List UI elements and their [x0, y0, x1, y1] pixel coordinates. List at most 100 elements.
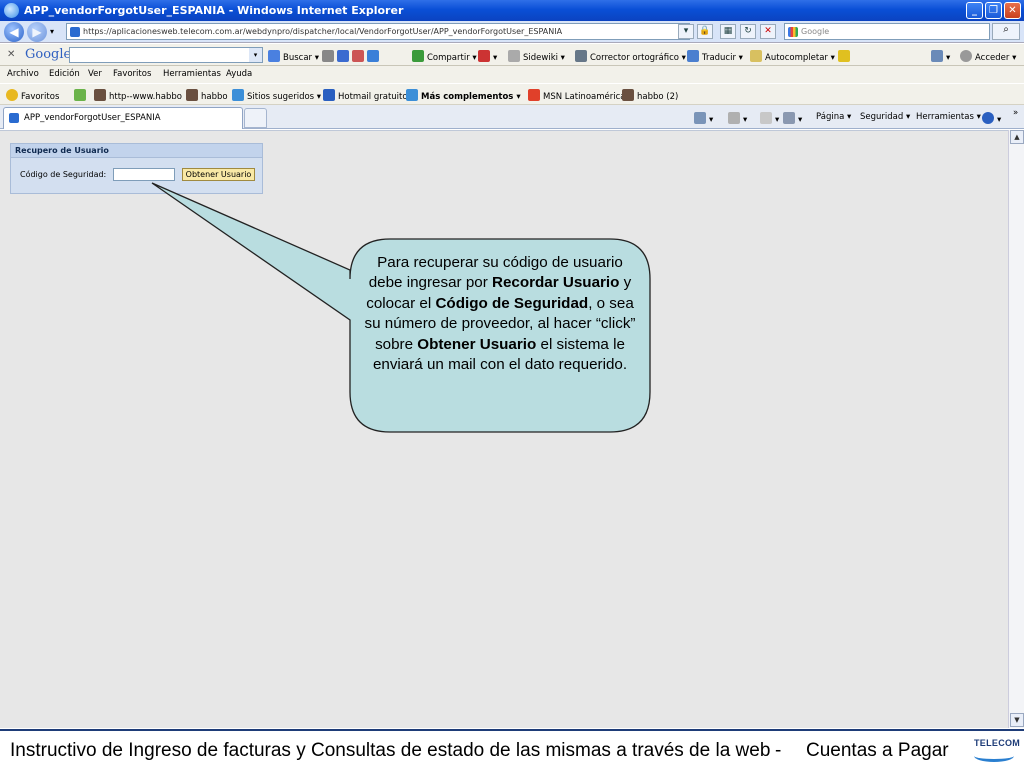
footer-section: Cuentas a Pagar — [806, 740, 949, 761]
home-icon — [694, 112, 706, 124]
menu-bar: Archivo Edición Ver Favoritos Herramient… — [0, 66, 1024, 83]
gtb-extra-icons[interactable] — [322, 50, 382, 63]
fav-mas-complementos[interactable]: Más complementos ▾ — [406, 89, 521, 102]
sidewiki-icon — [508, 50, 520, 62]
mail-button[interactable]: ▾ — [760, 112, 779, 125]
pagerank-icon — [478, 50, 490, 62]
cmd-pagina[interactable]: Página ▾ — [816, 112, 851, 122]
stop-icon[interactable]: ✕ — [760, 24, 776, 39]
gtb-compartir[interactable]: Compartir ▾ — [412, 50, 477, 63]
gtb-corrector[interactable]: Corrector ortográfico ▾ — [575, 50, 686, 63]
gtb-traducir[interactable]: Traducir ▾ — [687, 50, 743, 63]
toolbar-close-icon[interactable]: ✕ — [7, 49, 15, 60]
mail-icon — [760, 112, 772, 124]
menu-edicion[interactable]: Edición — [49, 69, 80, 79]
window-title: APP_vendorForgotUser_ESPANIA - Windows I… — [24, 4, 404, 17]
history-dropdown-icon[interactable]: ▾ — [50, 27, 54, 36]
codigo-seguridad-input[interactable] — [113, 168, 175, 181]
slide-footer: Instructivo de Ingreso de facturas y Con… — [0, 729, 1024, 768]
obtener-usuario-button[interactable]: Obtener Usuario — [182, 168, 255, 181]
gtb-autocompletar[interactable]: Autocompletar ▾ — [750, 50, 835, 63]
print-icon — [783, 112, 795, 124]
menu-archivo[interactable]: Archivo — [7, 69, 39, 79]
scroll-down-icon[interactable]: ▼ — [1010, 713, 1024, 727]
url-field[interactable]: https://aplicacionesweb.telecom.com.ar/w… — [66, 23, 690, 40]
url-text: https://aplicacionesweb.telecom.com.ar/w… — [83, 27, 563, 36]
share-icon — [412, 50, 424, 62]
obtener-usuario-text: Obtener Usuario — [417, 335, 537, 353]
footer-title: Instructivo de Ingreso de facturas y Con… — [10, 740, 771, 761]
scroll-up-icon[interactable]: ▲ — [1010, 130, 1024, 144]
compatibility-icon[interactable]: ▦ — [720, 24, 736, 39]
recupero-usuario-panel: Recupero de Usuario Código de Seguridad:… — [10, 143, 263, 194]
search-placeholder: Google — [801, 27, 830, 36]
new-tab-button[interactable] — [244, 108, 267, 128]
page-icon — [9, 113, 19, 123]
feeds-button[interactable]: ▾ — [728, 112, 747, 125]
url-dropdown-icon[interactable]: ▾ — [678, 24, 694, 39]
fav-habbo-link[interactable]: http--www.habbo — [94, 89, 182, 102]
habbo-icon — [186, 89, 198, 101]
google-toolbar: ✕ Google ▾ Buscar ▾ Compartir ▾ ▾ Sidewi… — [0, 44, 1024, 66]
gtb-acceder[interactable]: Acceder ▾ — [960, 50, 1016, 63]
tab-active[interactable]: APP_vendorForgotUser_ESPANIA — [3, 107, 243, 129]
refresh-icon[interactable]: ↻ — [740, 24, 756, 39]
telecom-wave-icon — [974, 750, 1014, 762]
translate-icon — [687, 50, 699, 62]
gtb-sidewiki[interactable]: Sidewiki ▾ — [508, 50, 565, 63]
fav-hotmail[interactable]: Hotmail gratuito — [323, 89, 408, 102]
window-controls: _ ❐ ✕ — [966, 2, 1021, 19]
search-button[interactable]: ⌕ — [992, 23, 1020, 40]
window-titlebar: APP_vendorForgotUser_ESPANIA - Windows I… — [0, 0, 1024, 21]
cmd-seguridad[interactable]: Seguridad ▾ — [860, 112, 910, 122]
lock-icon[interactable]: 🔒 — [697, 24, 713, 39]
callout-text: Para recuperar su código de usuario debe… — [364, 254, 636, 374]
pencil-icon — [838, 50, 850, 62]
help-button[interactable]: ▾ — [982, 112, 1001, 125]
gtb-pagerank[interactable]: ▾ — [478, 50, 497, 63]
spellcheck-icon — [575, 50, 587, 62]
fav-msn[interactable]: MSN Latinoamérica — [528, 89, 625, 102]
fav-sitios-sugeridos[interactable]: Sitios sugeridos ▾ — [232, 89, 321, 102]
tab-bar: APP_vendorForgotUser_ESPANIA ▾ ▾ ▾ ▾ Pág… — [0, 105, 1024, 129]
tab-label: APP_vendorForgotUser_ESPANIA — [24, 113, 161, 123]
ie-logo-icon — [4, 3, 19, 18]
user-icon — [960, 50, 972, 62]
back-button[interactable]: ◀ — [4, 22, 24, 42]
favorites-button[interactable]: Favoritos — [6, 89, 59, 102]
chevron-down-icon[interactable]: ▾ — [249, 48, 262, 62]
gtb-pencil[interactable] — [838, 50, 853, 63]
more-commands-icon[interactable]: » — [1013, 108, 1018, 118]
favorites-bar: Favoritos http--www.habbo habbo Sitios s… — [0, 84, 1024, 105]
close-button[interactable]: ✕ — [1004, 2, 1021, 19]
google-search-icon — [788, 27, 798, 37]
hotmail-icon — [323, 89, 335, 101]
vertical-scrollbar[interactable]: ▲ ▼ — [1008, 130, 1024, 728]
msn-icon — [528, 89, 540, 101]
page-content — [0, 130, 1008, 728]
fav-habbo-2[interactable]: habbo (2) — [622, 89, 678, 102]
forward-button[interactable]: ▶ — [27, 22, 47, 42]
star-icon — [6, 89, 18, 101]
help-icon — [982, 112, 994, 124]
print-button[interactable]: ▾ — [783, 112, 802, 125]
cmd-herramientas[interactable]: Herramientas ▾ — [916, 112, 981, 122]
habbo-icon — [622, 89, 634, 101]
menu-ayuda[interactable]: Ayuda — [226, 69, 252, 79]
menu-ver[interactable]: Ver — [88, 69, 102, 79]
maximize-button[interactable]: ❐ — [985, 2, 1002, 19]
panel-title: Recupero de Usuario — [11, 144, 262, 158]
home-button[interactable]: ▾ — [694, 112, 713, 125]
search-input[interactable]: Google — [784, 23, 990, 40]
google-logo: Google — [25, 47, 72, 62]
gtb-buscar[interactable]: Buscar ▾ — [268, 50, 319, 63]
fav-habbo[interactable]: habbo — [186, 89, 228, 102]
google-search-input[interactable]: ▾ — [69, 47, 263, 63]
addons-icon — [406, 89, 418, 101]
gtb-settings[interactable]: ▾ — [931, 50, 950, 63]
add-favorite-button[interactable] — [74, 89, 89, 102]
menu-herramientas[interactable]: Herramientas — [163, 69, 221, 79]
add-favorite-icon — [74, 89, 86, 101]
menu-favoritos[interactable]: Favoritos — [113, 69, 151, 79]
minimize-button[interactable]: _ — [966, 2, 983, 19]
